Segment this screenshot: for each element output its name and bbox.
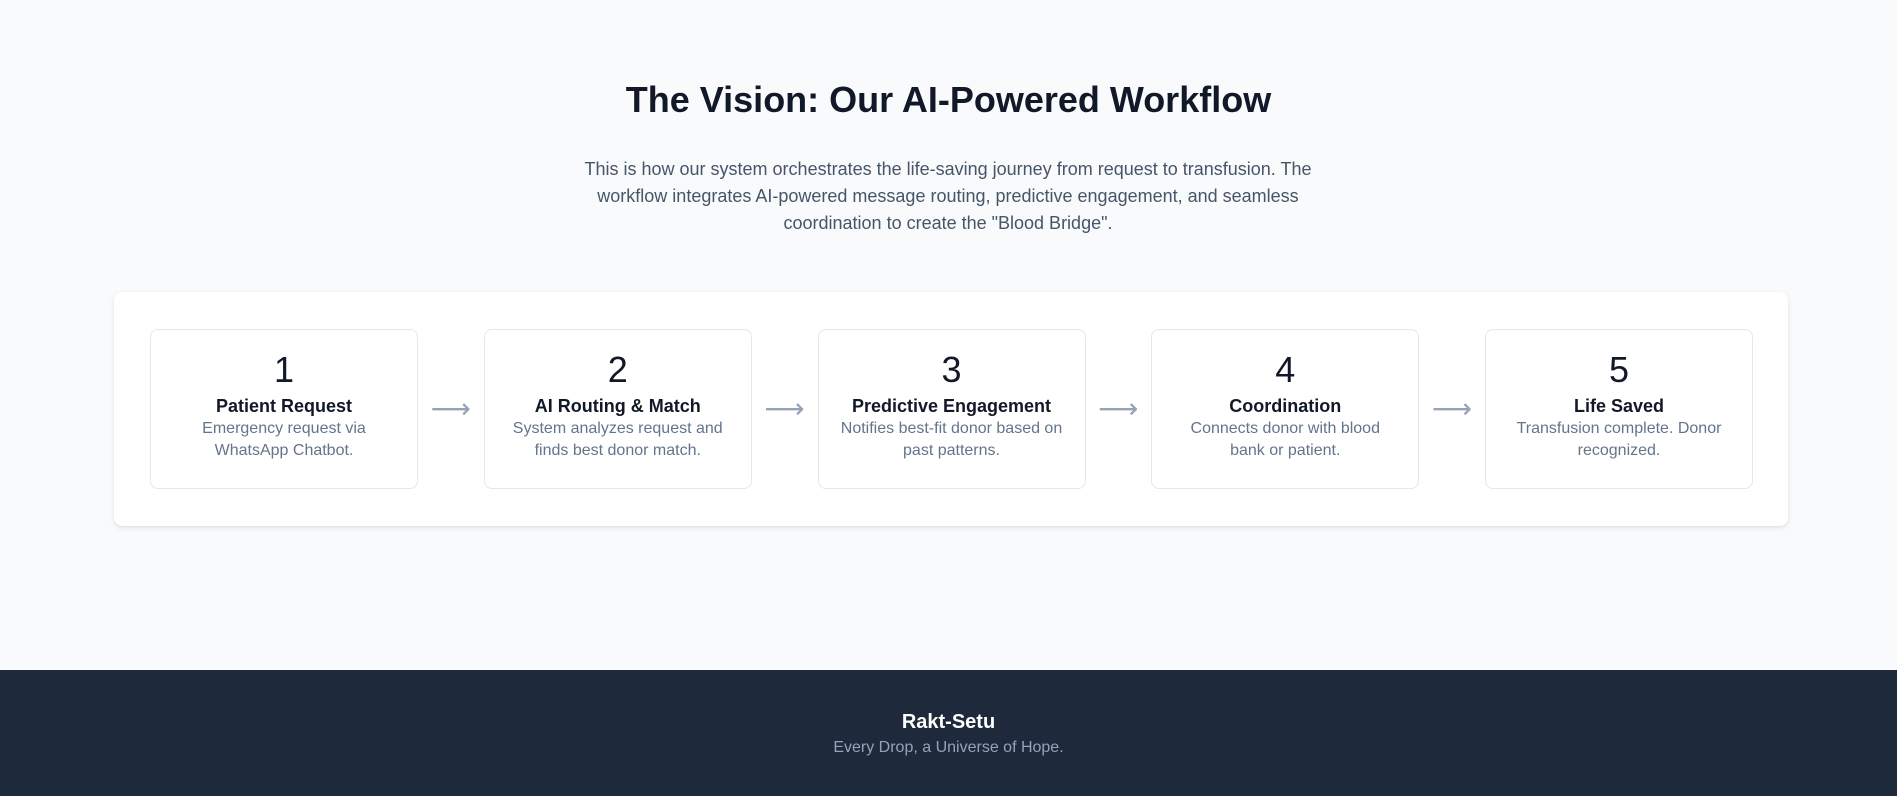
site-footer: Rakt-Setu Every Drop, a Universe of Hope… — [0, 670, 1897, 796]
workflow-steps: 1 Patient Request Emergency request via … — [150, 328, 1753, 490]
footer-tagline: Every Drop, a Universe of Hope. — [833, 739, 1064, 756]
arrow-right-icon: ⟶ — [1432, 393, 1473, 424]
step-number: 3 — [941, 349, 962, 390]
step-card-life-saved: 5 Life Saved Transfusion complete. Donor… — [1485, 329, 1753, 489]
step-description: Connects donor with blood bank or patien… — [1190, 420, 1380, 459]
step-number: 1 — [273, 349, 295, 390]
step-title: AI Routing & Match — [534, 396, 701, 416]
step-number: 4 — [1275, 349, 1296, 390]
step-number: 5 — [1608, 349, 1630, 390]
arrow-right-icon: ⟶ — [1098, 393, 1139, 424]
step-title: Predictive Engagement — [851, 396, 1052, 416]
arrow-right-icon: ⟶ — [764, 393, 805, 424]
step-description: Notifies best-fit donor based on past pa… — [840, 420, 1063, 459]
step-card-patient-request: 1 Patient Request Emergency request via … — [150, 329, 418, 489]
step-title: Coordination — [1229, 396, 1342, 416]
step-number: 2 — [607, 349, 628, 390]
workflow-panel: 1 Patient Request Emergency request via … — [114, 292, 1788, 526]
step-card-coordination: 4 Coordination Connects donor with blood… — [1151, 329, 1420, 489]
step-description: System analyzes request and finds best d… — [512, 420, 723, 459]
step-title: Life Saved — [1573, 396, 1665, 416]
section-title: The Vision: Our AI-Powered Workflow — [625, 79, 1272, 120]
footer-brand: Rakt-Setu — [901, 711, 996, 733]
step-title: Patient Request — [215, 396, 353, 416]
step-description: Transfusion complete. Donor recognized. — [1516, 420, 1722, 459]
step-card-ai-routing: 2 AI Routing & Match System analyzes req… — [483, 329, 752, 489]
step-card-predictive-engagement: 3 Predictive Engagement Notifies best-fi… — [817, 329, 1086, 489]
step-description: Emergency request via WhatsApp Chatbot. — [202, 420, 366, 459]
section-description: This is how our system orchestrates the … — [584, 159, 1312, 233]
arrow-right-icon: ⟶ — [430, 393, 471, 424]
workflow-section: The Vision: Our AI-Powered Workflow This… — [0, 0, 1897, 670]
